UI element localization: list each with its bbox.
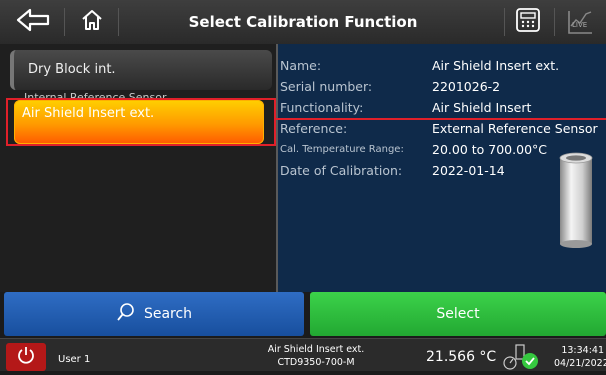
list-item-dry-block[interactable]: Dry Block int. xyxy=(10,50,272,90)
search-button[interactable]: Search xyxy=(4,292,304,336)
detail-label: Reference: xyxy=(280,121,348,136)
device-model: CTD9350-700-M xyxy=(277,357,355,368)
list-item-label: Dry Block int. xyxy=(28,62,116,77)
calculator-button[interactable] xyxy=(508,6,548,38)
page-title: Select Calibration Function xyxy=(188,13,418,31)
device-name: Air Shield Insert ext. xyxy=(267,344,365,355)
temperature-readout: 21.566 °C xyxy=(426,349,497,365)
details-panel: Name: Air Shield Insert ext. Serial numb… xyxy=(278,44,606,292)
detail-row-temp-range: Cal. Temperature Range: 20.00 to 700.00°… xyxy=(278,142,606,162)
list-item-label: Air Shield Insert ext. xyxy=(22,106,155,121)
detail-value: 2201026-2 xyxy=(432,79,501,94)
detail-row-reference: Reference: External Reference Sensor xyxy=(278,121,606,141)
detail-label: Cal. Temperature Range: xyxy=(280,144,404,155)
home-button[interactable] xyxy=(72,6,112,38)
clock-date: 04/21/2022 xyxy=(554,358,606,369)
detail-label: Functionality: xyxy=(280,100,364,115)
detail-row-functionality: Functionality: Air Shield Insert xyxy=(278,100,606,120)
back-arrow-icon xyxy=(16,7,52,37)
insert-image xyxy=(558,152,594,254)
active-device: Air Shield Insert ext. CTD9350-700-M xyxy=(216,343,416,369)
detail-label: Serial number: xyxy=(280,79,373,94)
separator xyxy=(504,8,505,36)
live-label: LIVE xyxy=(572,21,588,29)
separator xyxy=(554,8,555,36)
calculator-icon xyxy=(514,6,542,38)
power-button[interactable] xyxy=(6,343,46,371)
detail-label: Name: xyxy=(280,58,322,73)
function-list: Dry Block int. Internal Reference Sensor… xyxy=(0,44,276,292)
clock-time: 13:34:41 xyxy=(561,345,604,356)
stability-indicator xyxy=(500,343,540,375)
live-button[interactable]: LIVE xyxy=(560,6,600,38)
status-bar: User 1 Air Shield Insert ext. CTD9350-70… xyxy=(0,338,606,371)
search-label: Search xyxy=(143,306,193,322)
separator xyxy=(118,8,119,36)
separator xyxy=(64,8,65,36)
select-button[interactable]: Select xyxy=(310,292,606,336)
clock: 13:34:41 04/21/2022 xyxy=(554,344,606,370)
detail-value: Air Shield Insert ext. xyxy=(432,58,560,73)
search-icon xyxy=(116,302,136,326)
detail-value: Air Shield Insert xyxy=(432,100,532,115)
power-icon xyxy=(16,345,36,369)
detail-value: External Reference Sensor xyxy=(432,121,598,136)
detail-row-name: Name: Air Shield Insert ext. xyxy=(278,58,606,78)
back-button[interactable] xyxy=(14,6,54,38)
top-bar: Select Calibration Function LIVE xyxy=(0,0,606,45)
detail-value: 2022-01-14 xyxy=(432,163,505,178)
detail-row-serial: Serial number: 2201026-2 xyxy=(278,79,606,99)
select-label: Select xyxy=(436,306,480,322)
detail-value: 20.00 to 700.00°C xyxy=(432,142,547,157)
live-chart-icon: LIVE xyxy=(566,8,594,36)
list-item-air-shield[interactable]: Air Shield Insert ext. xyxy=(14,100,264,144)
detail-row-cal-date: Date of Calibration: 2022-01-14 xyxy=(278,163,606,183)
home-icon xyxy=(80,8,104,36)
user-name: User 1 xyxy=(58,354,91,365)
detail-label: Date of Calibration: xyxy=(280,163,403,178)
